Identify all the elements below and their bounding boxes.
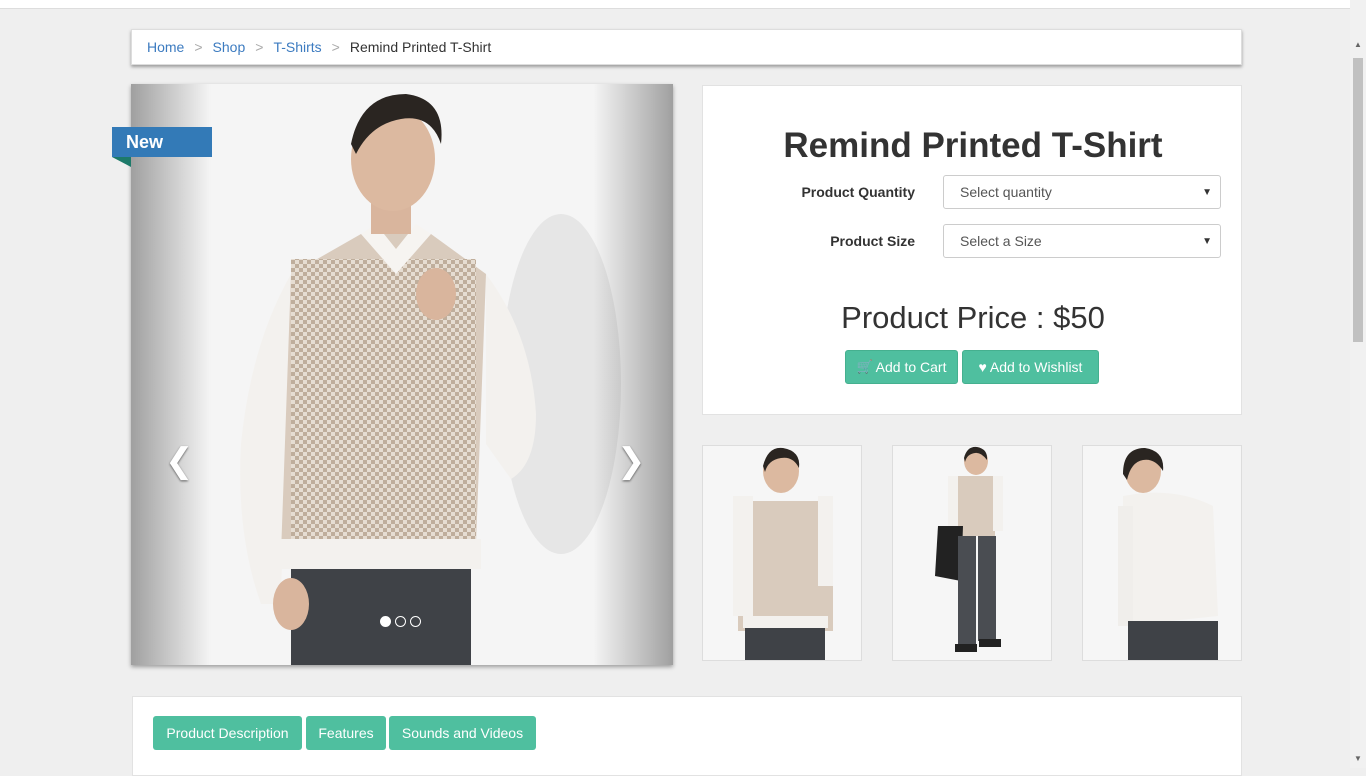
size-select-value: Select a Size xyxy=(960,233,1042,249)
thumbnail-image xyxy=(1118,448,1218,660)
product-main-image xyxy=(240,94,621,665)
thumbnail-image xyxy=(935,446,1003,652)
tab-sounds-and-videos[interactable]: Sounds and Videos xyxy=(389,716,536,750)
caret-down-icon: ▼ xyxy=(1202,186,1212,198)
product-price: Product Price : $50 xyxy=(841,300,1105,335)
thumbnail-image xyxy=(733,447,833,660)
cart-icon: 🛒 xyxy=(856,359,873,374)
product-tabs-section: Product Description Features Sounds and … xyxy=(132,696,1242,776)
vertical-scrollbar[interactable]: ▲ ▼ xyxy=(1350,0,1366,768)
heart-icon: ♥ xyxy=(978,359,987,375)
breadcrumb-home[interactable]: Home xyxy=(147,39,184,55)
breadcrumb-separator: > xyxy=(255,39,264,55)
quantity-label: Product Quantity xyxy=(801,184,915,200)
carousel-shade-left xyxy=(131,84,211,665)
carousel-shade-right xyxy=(593,84,673,665)
breadcrumb-tshirts[interactable]: T-Shirts xyxy=(273,39,321,55)
product-info-panel: Remind Printed T-Shirt Product Quantity … xyxy=(702,85,1242,415)
breadcrumb-shop[interactable]: Shop xyxy=(213,39,246,55)
carousel-dot[interactable] xyxy=(395,616,406,627)
add-to-cart-button[interactable]: 🛒 Add to Cart xyxy=(845,350,958,384)
carousel-indicators xyxy=(380,616,421,627)
breadcrumb: Home > Shop > T-Shirts > Remind Printed … xyxy=(131,29,1242,65)
badge-tail xyxy=(112,157,131,167)
product-thumbnail[interactable] xyxy=(702,445,862,661)
add-to-wishlist-label: Add to Wishlist xyxy=(989,359,1083,375)
chevron-left-icon[interactable]: ❮ xyxy=(165,444,194,478)
breadcrumb-separator: > xyxy=(194,39,203,55)
scroll-up-icon[interactable]: ▲ xyxy=(1354,40,1362,49)
caret-down-icon: ▼ xyxy=(1202,235,1212,247)
quantity-select[interactable]: Select quantity ▼ xyxy=(943,175,1221,209)
size-select[interactable]: Select a Size ▼ xyxy=(943,224,1221,258)
carousel-dot[interactable] xyxy=(380,616,391,627)
scroll-down-icon[interactable]: ▼ xyxy=(1354,754,1362,763)
breadcrumb-current: Remind Printed T-Shirt xyxy=(349,39,492,55)
tab-features[interactable]: Features xyxy=(306,716,386,750)
product-title: Remind Printed T-Shirt xyxy=(783,126,1163,165)
top-bar xyxy=(0,0,1350,9)
new-badge: New xyxy=(112,127,212,157)
tab-product-description[interactable]: Product Description xyxy=(153,716,302,750)
breadcrumb-separator: > xyxy=(331,39,340,55)
product-thumbnail[interactable] xyxy=(1082,445,1242,661)
product-image-carousel[interactable]: ❮ ❯ xyxy=(131,84,673,665)
add-to-wishlist-button[interactable]: ♥ Add to Wishlist xyxy=(962,350,1099,384)
chevron-right-icon[interactable]: ❯ xyxy=(617,444,646,478)
scrollbar-thumb[interactable] xyxy=(1353,58,1363,342)
size-label: Product Size xyxy=(830,233,915,249)
carousel-dot[interactable] xyxy=(410,616,421,627)
product-thumbnail[interactable] xyxy=(892,445,1052,661)
add-to-cart-label: Add to Cart xyxy=(875,359,947,375)
quantity-select-value: Select quantity xyxy=(960,184,1052,200)
